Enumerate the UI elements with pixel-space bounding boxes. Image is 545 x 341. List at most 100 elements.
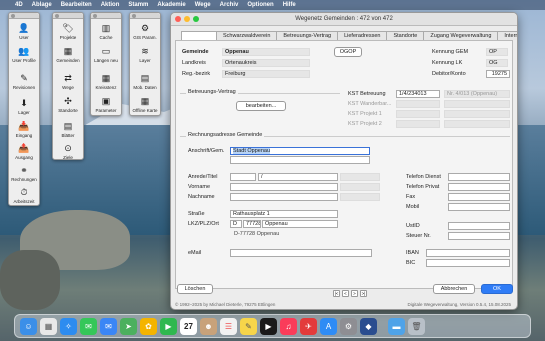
music-icon[interactable]: ♫: [280, 317, 297, 335]
palette-item-projekte[interactable]: 🏷 Projekte: [55, 23, 81, 40]
close-icon[interactable]: [11, 14, 15, 18]
bic-field[interactable]: [426, 259, 510, 267]
tab-intern[interactable]: Intern: [497, 31, 517, 40]
next-record-button[interactable]: >: [351, 290, 358, 297]
notes-icon[interactable]: ✎: [240, 317, 257, 335]
debitor-field[interactable]: 19275: [486, 70, 510, 78]
email-field[interactable]: [230, 249, 372, 257]
last-record-button[interactable]: >|: [360, 290, 367, 297]
palette-item-offline-karte[interactable]: ▦ Offline Karte: [132, 96, 158, 113]
gemeinde-field[interactable]: Oppenau: [222, 48, 310, 56]
loeschen-button[interactable]: Löschen: [177, 284, 213, 294]
safari-icon[interactable]: ✧: [60, 317, 77, 335]
launchpad-icon[interactable]: ▦: [40, 317, 57, 335]
ok-button[interactable]: OK: [481, 284, 513, 294]
folder-icon[interactable]: ▬: [388, 317, 405, 335]
iban-field[interactable]: [426, 249, 510, 257]
abbrechen-button[interactable]: Abbrechen: [433, 284, 475, 294]
tab-lieferadressen[interactable]: Lieferadressen: [337, 31, 388, 40]
close-icon[interactable]: [55, 14, 59, 18]
palette-item-ziele[interactable]: ⊙ Ziele: [55, 143, 81, 160]
fax-field[interactable]: [448, 193, 510, 201]
kst-projekt2-nr-field[interactable]: [444, 120, 510, 128]
ogop-button[interactable]: OGOP: [334, 47, 362, 57]
palette-item-standorte[interactable]: ✣ Standorte: [55, 96, 81, 113]
kst-wanderbar-nr-field[interactable]: [444, 100, 510, 108]
kst-wanderbar-field[interactable]: [396, 100, 440, 108]
photos-icon[interactable]: ✿: [140, 317, 157, 335]
4d-icon[interactable]: ◆: [360, 317, 377, 335]
trash-icon[interactable]: 🗑: [408, 317, 425, 335]
ort-field[interactable]: Oppenau: [262, 220, 338, 228]
strasse-field[interactable]: Rathausplatz 1: [230, 210, 338, 218]
first-record-button[interactable]: |<: [333, 290, 340, 297]
nachname-field[interactable]: [230, 193, 338, 201]
anrede-field[interactable]: [230, 173, 256, 181]
kennung-lk-field[interactable]: OG: [486, 59, 508, 67]
landkreis-field[interactable]: Ortenaukreis: [222, 59, 310, 67]
telefon-privat-field[interactable]: [448, 183, 510, 191]
palette-item-user-profile[interactable]: 👥 User Profile: [11, 46, 37, 63]
tab-stammdaten[interactable]: [181, 31, 217, 40]
palette-item-layer[interactable]: ≋ Layer: [132, 46, 158, 63]
palette-titlebar[interactable]: [53, 13, 83, 19]
palette-item-laengen[interactable]: ▭ Längen neu: [93, 46, 119, 63]
prev-record-button[interactable]: <: [342, 290, 349, 297]
kennung-gem-field[interactable]: OP: [486, 48, 508, 56]
titel-field[interactable]: /: [258, 173, 338, 181]
bearbeiten-button[interactable]: bearbeiten...: [236, 101, 286, 111]
menu-aktion[interactable]: Aktion: [101, 2, 120, 8]
nachname-extra-field[interactable]: [340, 193, 380, 201]
palette-titlebar[interactable]: [130, 13, 160, 19]
lkz-field[interactable]: D: [230, 220, 242, 228]
steuer-field[interactable]: [448, 232, 510, 240]
palette-titlebar[interactable]: [91, 13, 121, 19]
messages-icon[interactable]: ✉: [80, 317, 97, 335]
palette-titlebar[interactable]: [9, 13, 39, 19]
palette-item-kreis[interactable]: ▦ Kreisstenz: [93, 73, 119, 90]
palette-item-blaetter[interactable]: ▤ Blätter: [55, 121, 81, 138]
menu-akademie[interactable]: Akademie: [157, 2, 185, 8]
tab-zugang-wegeverwaltung[interactable]: Zugang Wegeverwaltung: [423, 31, 499, 40]
maps-icon[interactable]: ➤: [120, 317, 137, 335]
kst-betreuung-nr-field[interactable]: Nr. 4/013 (Oppenau): [444, 90, 510, 98]
palette-item-eingang[interactable]: 📥 Eingang: [11, 121, 37, 138]
calendar-icon[interactable]: 27: [180, 317, 197, 335]
tv-icon[interactable]: ▶: [260, 317, 277, 335]
menu-wege[interactable]: Wege: [195, 2, 211, 8]
settings-icon[interactable]: ⚙: [340, 317, 357, 335]
menu-app[interactable]: 4D: [15, 2, 23, 8]
plz-field[interactable]: 77728: [243, 220, 261, 228]
tab-betreuungs-vertrag[interactable]: Betreuungs-Vertrag: [276, 31, 339, 40]
reminders-icon[interactable]: ☰: [220, 317, 237, 335]
kst-betreuung-field[interactable]: 1/4/234013: [396, 90, 440, 98]
kst-projekt2-field[interactable]: [396, 120, 440, 128]
mail-icon[interactable]: ✉: [100, 317, 117, 335]
close-icon[interactable]: [132, 14, 136, 18]
anrede-extra-field[interactable]: [340, 173, 380, 181]
palette-item-ausgang[interactable]: 📤 Ausgang: [11, 143, 37, 160]
palette-item-cache[interactable]: ▥ Cache: [93, 23, 119, 40]
anschrift-field[interactable]: Stadt Oppenau: [230, 147, 370, 155]
menu-optionen[interactable]: Optionen: [247, 2, 273, 8]
close-icon[interactable]: [93, 14, 97, 18]
palette-item-user[interactable]: 👤 User: [11, 23, 37, 40]
palette-item-gis[interactable]: ⚙ GIS Param.: [132, 23, 158, 40]
mobil-field[interactable]: [448, 203, 510, 211]
menu-bearbeiten[interactable]: Bearbeiten: [61, 2, 92, 8]
menu-stamm[interactable]: Stamm: [128, 2, 148, 8]
regbezirk-field[interactable]: Freiburg: [222, 70, 310, 78]
kst-projekt1-nr-field[interactable]: [444, 110, 510, 118]
palette-item-rechnungen[interactable]: ⚭ Rechnungen: [11, 165, 37, 182]
tab-schwarzwaldverein[interactable]: Schwarzwaldverein: [216, 31, 278, 40]
telefon-dienst-field[interactable]: [448, 173, 510, 181]
finder-icon[interactable]: ☺: [20, 317, 37, 335]
menu-archiv[interactable]: Archiv: [220, 2, 239, 8]
menu-ablage[interactable]: Ablage: [32, 2, 52, 8]
palette-item-revisionen[interactable]: ✎ Revisionen: [11, 73, 37, 90]
vorname-field[interactable]: [230, 183, 338, 191]
palette-item-gemeinden[interactable]: ▦ Gemeinden: [55, 46, 81, 63]
palette-item-lager[interactable]: ⬇ Lager: [11, 98, 37, 115]
palette-item-parameter[interactable]: ▣ Parameter: [93, 96, 119, 113]
facetime-icon[interactable]: ▶: [160, 317, 177, 335]
